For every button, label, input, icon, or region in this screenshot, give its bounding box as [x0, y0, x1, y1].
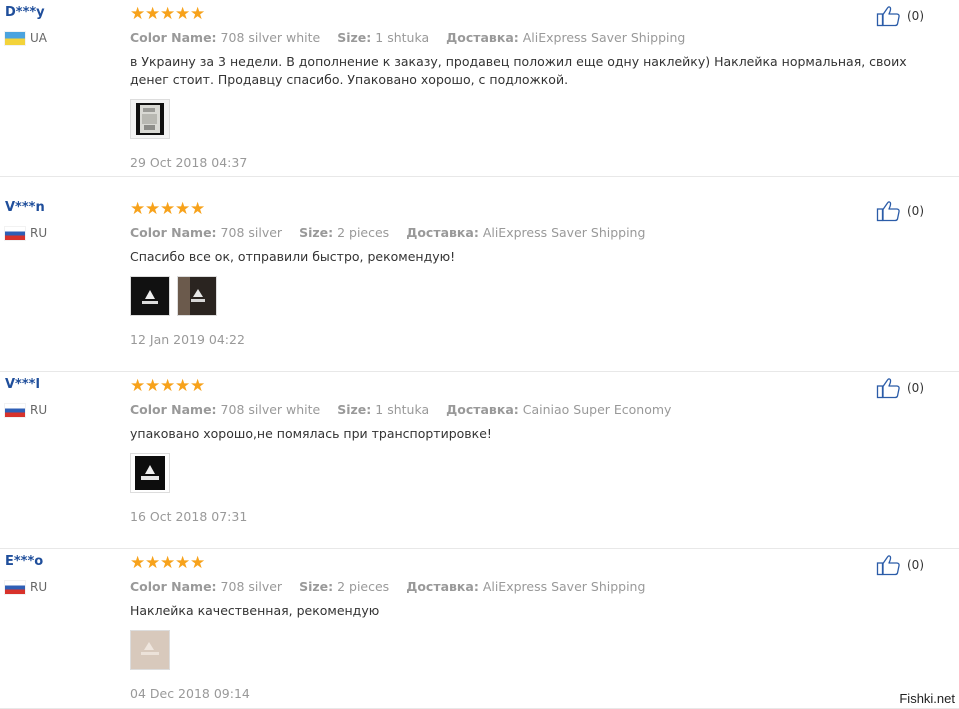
review-photo-thumbnail[interactable]	[130, 276, 170, 316]
helpful-vote: (0)	[876, 200, 924, 222]
order-attributes: Color Name: 708 silver white Size: 1 sht…	[130, 401, 684, 418]
attr-delivery: Доставка: Cainiao Super Economy	[446, 402, 672, 417]
helpful-vote: (0)	[876, 5, 924, 27]
thumbs-up-icon[interactable]	[876, 377, 901, 399]
review-date: 16 Oct 2018 07:31	[130, 509, 248, 524]
flag-ru-icon	[5, 226, 25, 240]
reviewer-country: RU	[5, 225, 47, 241]
star-icon: ★	[160, 553, 176, 573]
helpful-count: (0)	[907, 381, 924, 395]
star-icon: ★	[160, 4, 176, 24]
attr-size: Size: 1 shtuka	[337, 30, 430, 45]
star-icon: ★	[130, 4, 146, 24]
flag-ru-icon	[5, 403, 25, 417]
country-code: RU	[30, 226, 48, 240]
star-icon: ★	[145, 376, 161, 396]
review-item: V***n RU ★ ★ ★ ★ ★ Color Name: 708 silve…	[0, 195, 959, 372]
review-photo-thumbnail[interactable]	[130, 99, 170, 139]
star-icon: ★	[145, 4, 161, 24]
thumbs-up-icon[interactable]	[876, 554, 901, 576]
review-photo-thumbnail[interactable]	[177, 276, 217, 316]
star-icon: ★	[175, 553, 191, 573]
helpful-count: (0)	[907, 204, 924, 218]
review-photo-thumbnail[interactable]	[130, 453, 170, 493]
helpful-vote: (0)	[876, 554, 924, 576]
flag-ru-icon	[5, 580, 25, 594]
attr-color: Color Name: 708 silver	[130, 225, 283, 240]
star-icon: ★	[145, 553, 161, 573]
star-icon: ★	[175, 199, 191, 219]
star-rating: ★ ★ ★ ★ ★	[130, 200, 205, 218]
star-icon: ★	[130, 199, 146, 219]
review-text: Наклейка качественная, рекомендую	[130, 603, 380, 618]
review-photo-thumbnail[interactable]	[130, 630, 170, 670]
star-icon: ★	[160, 199, 176, 219]
star-icon: ★	[145, 199, 161, 219]
helpful-count: (0)	[907, 558, 924, 572]
country-code: RU	[30, 580, 48, 594]
star-icon: ★	[190, 553, 206, 573]
review-item: D***y UA ★ ★ ★ ★ ★ Color Name: 708 silve…	[0, 0, 959, 177]
star-rating: ★ ★ ★ ★ ★	[130, 5, 205, 23]
star-icon: ★	[160, 376, 176, 396]
attr-color: Color Name: 708 silver white	[130, 402, 321, 417]
review-photos	[130, 276, 224, 316]
attr-size: Size: 1 shtuka	[337, 402, 430, 417]
reviewer-country: RU	[5, 579, 47, 595]
attr-size: Size: 2 pieces	[299, 579, 390, 594]
attr-delivery: Доставка: AliExpress Saver Shipping	[406, 579, 646, 594]
review-photos	[130, 99, 177, 139]
country-code: RU	[30, 403, 48, 417]
review-photos	[130, 630, 177, 670]
reviewer-name[interactable]: E***o	[5, 554, 43, 570]
star-icon: ★	[190, 199, 206, 219]
review-text: Спасибо все ок, отправили быстро, рекоме…	[130, 249, 456, 264]
star-rating: ★ ★ ★ ★ ★	[130, 554, 205, 572]
order-attributes: Color Name: 708 silver Size: 2 pieces До…	[130, 578, 658, 595]
review-text: в Украину за 3 недели. В дополнение к за…	[130, 54, 907, 87]
star-icon: ★	[175, 4, 191, 24]
watermark: Fishki.net	[899, 691, 955, 706]
review-date: 04 Dec 2018 09:14	[130, 686, 250, 701]
star-icon: ★	[175, 376, 191, 396]
order-attributes: Color Name: 708 silver white Size: 1 sht…	[130, 29, 698, 46]
star-icon: ★	[190, 4, 206, 24]
thumbs-up-icon[interactable]	[876, 5, 901, 27]
star-icon: ★	[190, 376, 206, 396]
review-date: 29 Oct 2018 04:37	[130, 155, 248, 170]
reviewer-country: UA	[5, 30, 47, 46]
attr-color: Color Name: 708 silver	[130, 579, 283, 594]
review-photos	[130, 453, 177, 493]
reviewer-name[interactable]: V***l	[5, 377, 40, 393]
order-attributes: Color Name: 708 silver Size: 2 pieces До…	[130, 224, 658, 241]
reviewer-name[interactable]: V***n	[5, 200, 45, 216]
review-text: упаковано хорошо,не помялась при транспо…	[130, 426, 492, 441]
reviewer-country: RU	[5, 402, 47, 418]
country-code: UA	[30, 31, 47, 45]
helpful-count: (0)	[907, 9, 924, 23]
attr-size: Size: 2 pieces	[299, 225, 390, 240]
flag-ua-icon	[5, 31, 25, 45]
thumbs-up-icon[interactable]	[876, 200, 901, 222]
attr-delivery: Доставка: AliExpress Saver Shipping	[406, 225, 646, 240]
star-icon: ★	[130, 376, 146, 396]
helpful-vote: (0)	[876, 377, 924, 399]
review-list: D***y UA ★ ★ ★ ★ ★ Color Name: 708 silve…	[0, 0, 959, 709]
star-icon: ★	[130, 553, 146, 573]
attr-delivery: Доставка: AliExpress Saver Shipping	[446, 30, 686, 45]
review-date: 12 Jan 2019 04:22	[130, 332, 245, 347]
attr-color: Color Name: 708 silver white	[130, 30, 321, 45]
reviewer-name[interactable]: D***y	[5, 5, 45, 21]
review-item: E***o RU ★ ★ ★ ★ ★ Color Name: 708 silve…	[0, 549, 959, 709]
review-item: V***l RU ★ ★ ★ ★ ★ Color Name: 708 silve…	[0, 372, 959, 549]
star-rating: ★ ★ ★ ★ ★	[130, 377, 205, 395]
